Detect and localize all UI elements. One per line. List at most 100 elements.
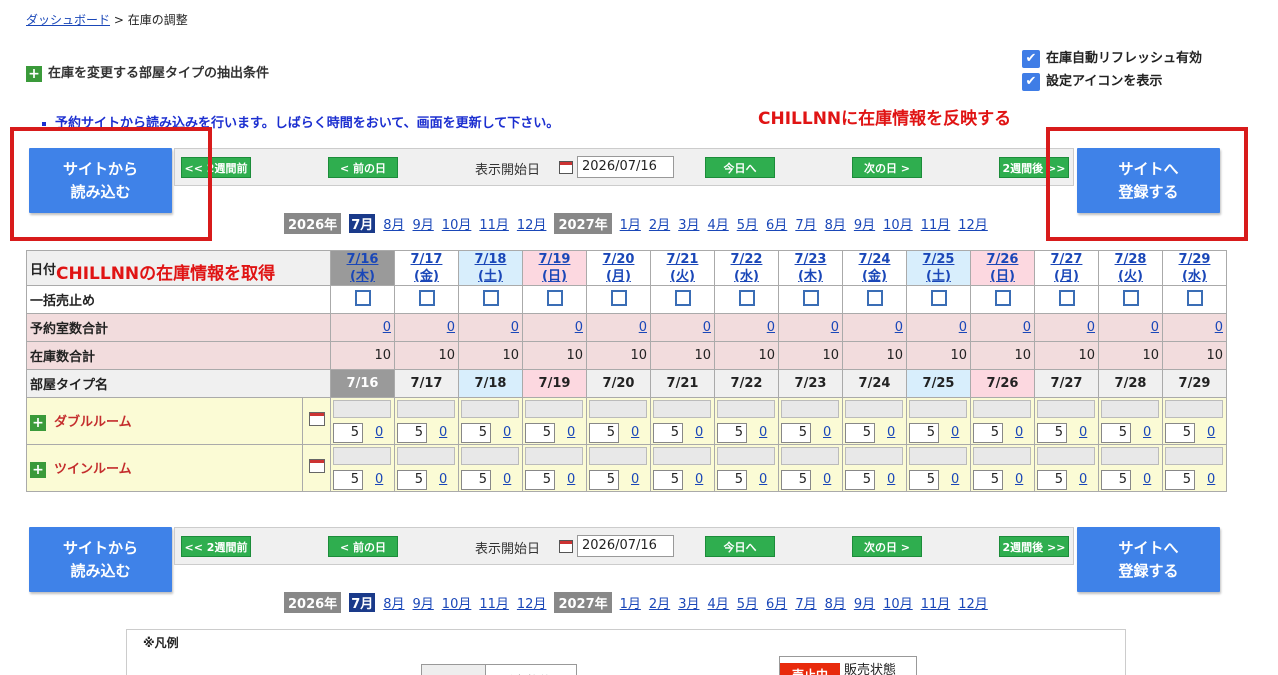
day-date-link[interactable]: 7/27 <box>1051 252 1083 267</box>
day-dow-link[interactable]: (木) <box>350 269 375 284</box>
day-date-link[interactable]: 7/17 <box>411 252 443 267</box>
day-dow-link[interactable]: (金) <box>414 269 439 284</box>
month-link-2026-5[interactable]: 12月 <box>517 214 547 233</box>
prev-day-button[interactable]: < 前の日 <box>328 157 398 178</box>
option-show-settings-icon[interactable]: ✔ 設定アイコンを表示 <box>1022 70 1162 91</box>
month-link-2027-10[interactable]: 11月 <box>921 214 951 233</box>
stop-sale-checkbox[interactable] <box>418 289 435 306</box>
room-stock-input[interactable]: 5 <box>845 470 875 490</box>
status-box[interactable] <box>1101 447 1159 465</box>
stop-sale-checkbox[interactable] <box>738 289 755 306</box>
reserved-count-link[interactable]: 0 <box>511 320 519 335</box>
day-date-link[interactable]: 7/29 <box>1179 252 1211 267</box>
status-box[interactable] <box>397 400 455 418</box>
month-link-2027-1[interactable]: 2月 <box>649 214 670 233</box>
day-header-12[interactable]: 7/28 (火) <box>1098 250 1163 286</box>
room-stock-input[interactable]: 5 <box>1101 470 1131 490</box>
reserved-count-link[interactable]: 0 <box>447 320 455 335</box>
day-header-11[interactable]: 7/27 (月) <box>1034 250 1099 286</box>
month-link-2026-0[interactable]: 7月 <box>349 213 376 233</box>
room-reserved-link[interactable]: 0 <box>439 425 447 440</box>
month-link-2026-3[interactable]: 10月 <box>442 593 472 612</box>
breadcrumb-dashboard-link[interactable]: ダッシュボード <box>26 13 110 27</box>
month-link-2026-1[interactable]: 8月 <box>383 214 404 233</box>
status-box[interactable] <box>333 400 391 418</box>
month-link-2027-7[interactable]: 8月 <box>825 593 846 612</box>
reserved-count-link[interactable]: 0 <box>575 320 583 335</box>
room-reserved-link[interactable]: 0 <box>759 425 767 440</box>
room-stock-input[interactable]: 5 <box>589 470 619 490</box>
day-header-2[interactable]: 7/18 (土) <box>458 250 523 286</box>
reserved-count-link[interactable]: 0 <box>1087 320 1095 335</box>
status-box[interactable] <box>781 400 839 418</box>
room-reserved-link[interactable]: 0 <box>1015 472 1023 487</box>
day-header-7[interactable]: 7/23 (木) <box>778 250 843 286</box>
room-reserved-link[interactable]: 0 <box>951 472 959 487</box>
status-box[interactable] <box>1165 447 1223 465</box>
calendar-icon[interactable] <box>559 540 573 553</box>
day-dow-link[interactable]: (水) <box>1182 269 1207 284</box>
room-reserved-link[interactable]: 0 <box>375 472 383 487</box>
status-box[interactable] <box>653 400 711 418</box>
room-reserved-link[interactable]: 0 <box>695 425 703 440</box>
month-link-2027-4[interactable]: 5月 <box>737 214 758 233</box>
status-box[interactable] <box>525 447 583 465</box>
stop-sale-checkbox[interactable] <box>994 289 1011 306</box>
day-dow-link[interactable]: (日) <box>990 269 1015 284</box>
next-day-button[interactable]: 次の日 > <box>852 536 922 557</box>
reserved-count-link[interactable]: 0 <box>1023 320 1031 335</box>
status-box[interactable] <box>333 447 391 465</box>
stop-sale-checkbox[interactable] <box>1122 289 1139 306</box>
room-stock-input[interactable]: 5 <box>781 470 811 490</box>
month-link-2026-3[interactable]: 10月 <box>442 214 472 233</box>
status-box[interactable] <box>589 447 647 465</box>
room-stock-input[interactable]: 5 <box>525 470 555 490</box>
start-date-input[interactable]: 2026/07/16 <box>577 535 674 557</box>
month-link-2027-9[interactable]: 10月 <box>883 593 913 612</box>
status-box[interactable] <box>845 447 903 465</box>
room-reserved-link[interactable]: 0 <box>759 472 767 487</box>
room-stock-input[interactable]: 5 <box>1165 470 1195 490</box>
day-header-4[interactable]: 7/20 (月) <box>586 250 651 286</box>
reserved-count-link[interactable]: 0 <box>895 320 903 335</box>
month-link-2027-2[interactable]: 3月 <box>678 593 699 612</box>
day-dow-link[interactable]: (土) <box>478 269 503 284</box>
month-link-2027-3[interactable]: 4月 <box>707 593 728 612</box>
room-stock-input[interactable]: 5 <box>909 470 939 490</box>
room-reserved-link[interactable]: 0 <box>567 425 575 440</box>
stop-sale-checkbox[interactable] <box>610 289 627 306</box>
day-dow-link[interactable]: (月) <box>1054 269 1079 284</box>
status-box[interactable] <box>397 447 455 465</box>
stop-sale-checkbox[interactable] <box>482 289 499 306</box>
month-link-2027-5[interactable]: 6月 <box>766 214 787 233</box>
room-reserved-link[interactable]: 0 <box>439 472 447 487</box>
start-date-input[interactable]: 2026/07/16 <box>577 156 674 178</box>
today-button[interactable]: 今日へ <box>705 536 775 557</box>
month-link-2027-7[interactable]: 8月 <box>825 214 846 233</box>
status-box[interactable] <box>973 447 1031 465</box>
room-stock-input[interactable]: 5 <box>525 423 555 443</box>
month-link-2027-0[interactable]: 1月 <box>620 214 641 233</box>
day-header-0[interactable]: 7/16 (木) <box>330 250 395 286</box>
month-link-2026-0[interactable]: 7月 <box>349 592 376 612</box>
day-date-link[interactable]: 7/21 <box>667 252 699 267</box>
status-box[interactable] <box>1101 400 1159 418</box>
month-link-2027-5[interactable]: 6月 <box>766 593 787 612</box>
room-stock-input[interactable]: 5 <box>781 423 811 443</box>
stop-sale-checkbox[interactable] <box>546 289 563 306</box>
month-link-2026-4[interactable]: 11月 <box>479 593 509 612</box>
room-reserved-link[interactable]: 0 <box>567 472 575 487</box>
status-box[interactable] <box>461 400 519 418</box>
calendar-icon[interactable] <box>308 412 325 426</box>
status-box[interactable] <box>909 400 967 418</box>
day-date-link[interactable]: 7/18 <box>475 252 507 267</box>
status-box[interactable] <box>717 447 775 465</box>
status-box[interactable] <box>1165 400 1223 418</box>
room-stock-input[interactable]: 5 <box>1101 423 1131 443</box>
prev-2-weeks-button[interactable]: << 2週間前 <box>181 536 251 557</box>
room-reserved-link[interactable]: 0 <box>503 472 511 487</box>
reserved-count-link[interactable]: 0 <box>767 320 775 335</box>
month-link-2027-2[interactable]: 3月 <box>678 214 699 233</box>
reserved-count-link[interactable]: 0 <box>1215 320 1223 335</box>
day-date-link[interactable]: 7/28 <box>1115 252 1147 267</box>
